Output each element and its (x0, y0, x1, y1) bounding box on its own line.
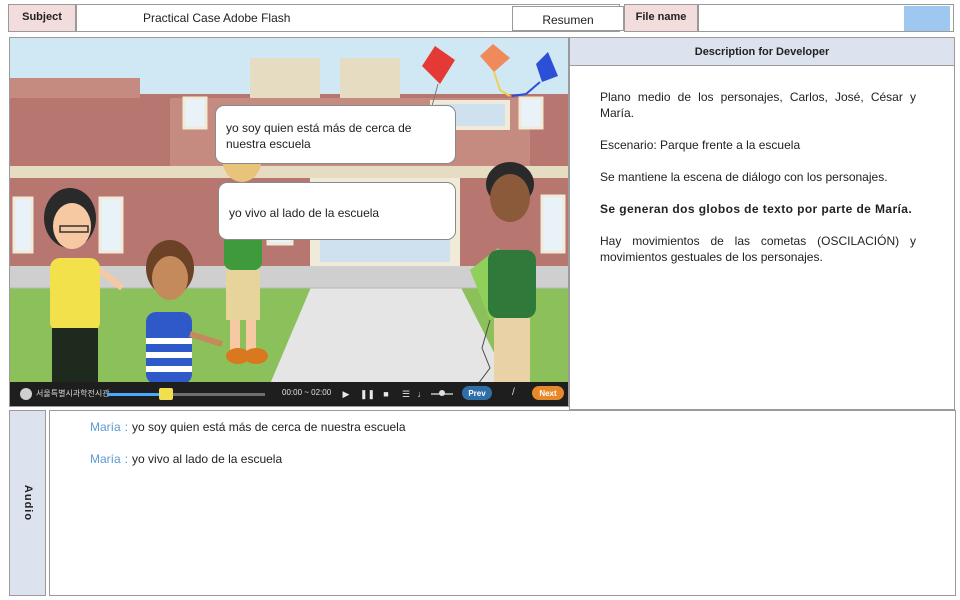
audio-line-text: yo vivo al lado de la escuela (132, 452, 283, 466)
menu-icon[interactable]: ☰ (400, 387, 412, 401)
volume-handle[interactable] (439, 390, 445, 396)
scene-preview: yo soy quien está más de cerca de nuestr… (9, 37, 569, 407)
audio-label: Audio (21, 484, 34, 522)
speaker-separator: : (124, 420, 129, 434)
speech-bubble-1: yo soy quien está más de cerca de nuestr… (215, 105, 456, 164)
description-paragraph: Hay movimientos de las cometas (OSCILACI… (600, 234, 916, 264)
audio-line: María: yo vivo al lado de la escuela (90, 452, 282, 466)
next-button[interactable]: Next (532, 386, 564, 400)
resumen-button[interactable]: Resumen (512, 6, 624, 31)
speaker-separator: : (124, 452, 129, 466)
speaker-name: María (90, 452, 121, 466)
subject-label: Subject (8, 4, 76, 32)
audio-line-text: yo soy quien está más de cerca de nuestr… (132, 420, 406, 434)
description-body: Plano medio de los personajes, Carlos, J… (570, 66, 954, 265)
stop-icon[interactable]: ■ (380, 387, 392, 401)
pause-icon[interactable]: ❚❚ (360, 387, 375, 401)
volume-icon[interactable]: ♩ (416, 387, 428, 401)
description-paragraph: Plano medio de los personajes, Carlos, J… (600, 90, 916, 120)
speech-bubble-2: yo vivo al lado de la escuela (218, 182, 456, 240)
speaker-name: María (90, 420, 121, 434)
organization-name: 서울특별시과학전시관 (36, 389, 110, 398)
description-paragraph: Se generan dos globos de texto por parte… (600, 202, 913, 216)
play-icon[interactable]: ▶ (340, 387, 352, 401)
nav-separator: / (512, 387, 515, 398)
description-paragraph: Se mantiene la escena de diálogo con los… (600, 170, 888, 184)
prev-button[interactable]: Prev (462, 386, 492, 400)
audio-tab: Audio (9, 410, 46, 596)
audio-script: María: yo soy quien está más de cerca de … (49, 410, 956, 596)
seek-handle[interactable] (159, 388, 173, 400)
developer-description-panel: Description for Developer Plano medio de… (569, 37, 955, 410)
volume-slider[interactable] (431, 390, 453, 396)
description-title: Description for Developer (570, 38, 954, 66)
video-player-bar: 서울특별시과학전시관 00:00 ~ 02:00 ▶ ❚❚ ■ ☰ ♩ Prev… (10, 382, 568, 406)
file-name-label: File name (624, 4, 698, 32)
description-paragraph: Escenario: Parque frente a la escuela (600, 138, 801, 152)
seek-bar[interactable] (107, 388, 265, 400)
audio-line: María: yo soy quien está más de cerca de … (90, 420, 406, 434)
organization-logo-icon (20, 388, 32, 400)
header-color-swatch[interactable] (904, 6, 950, 31)
time-readout: 00:00 ~ 02:00 (282, 388, 332, 397)
